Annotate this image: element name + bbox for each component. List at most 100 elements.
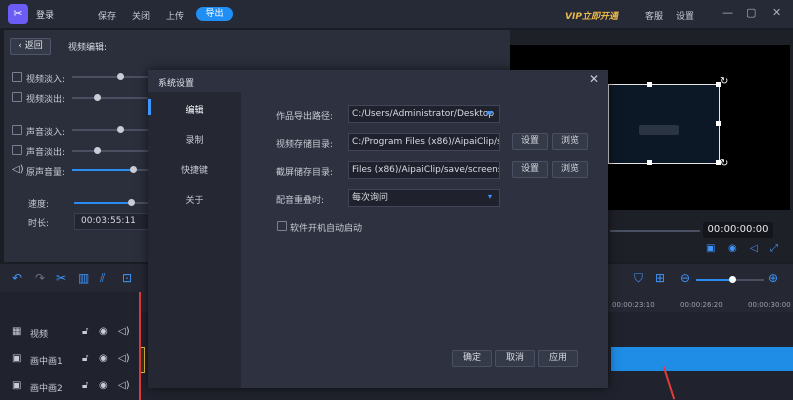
video-dir-label: 视频存储目录: [276,140,334,150]
zoom-out-icon[interactable]: ⊖ [680,271,690,285]
speaker-icon[interactable]: ◁) [118,353,130,364]
title-bar [0,0,793,28]
video-fade-in-slider[interactable] [72,76,150,78]
vip-link[interactable]: VIP立即开通 [565,9,618,22]
export-path-field[interactable]: C:/Users/Administrator/Desktop [348,105,500,123]
zoom-in-icon[interactable]: ⊕ [768,271,778,285]
autostart-checkbox[interactable] [277,221,287,231]
minimize-icon[interactable]: — [722,6,733,19]
audio-fade-out-checkbox[interactable] [12,145,22,155]
zoom-slider-rest[interactable] [732,279,764,281]
track-label-video: 视频 [30,330,49,340]
customer-service-menu[interactable]: 客服 [645,9,663,22]
camera-icon[interactable]: ◉ [728,243,737,254]
video-dir-browse-button[interactable]: 浏览 [552,133,588,150]
pip-track-icon: ▣ [12,353,22,364]
delete-icon[interactable]: ▥ [78,271,89,285]
cut-icon[interactable]: ✂ [56,271,66,285]
app-logo-icon: ✂ [8,4,28,24]
audio-clip[interactable] [611,347,793,371]
login-link[interactable]: 登录 [36,8,54,21]
audio-fade-in-checkbox[interactable] [12,125,22,135]
tab-shortcuts[interactable]: 快捷键 [148,163,241,176]
close-menu[interactable]: 关闭 [132,9,150,22]
tab-edit[interactable]: 编辑 [148,103,241,116]
ok-button[interactable]: 确定 [452,350,492,367]
audio-fade-out-slider-knob[interactable] [94,147,101,154]
tab-record[interactable]: 录制 [148,133,241,146]
back-button[interactable]: ‹ 返回 [10,38,51,55]
zoom-slider[interactable] [696,279,732,281]
undo-icon[interactable]: ↶ [12,271,22,285]
zoom-slider-knob[interactable] [729,276,736,283]
lock-icon[interactable]: 🔓︎ [82,380,88,391]
eye-icon[interactable]: ◉ [99,353,108,364]
lock-icon[interactable]: 🔓︎ [82,353,88,364]
speaker-icon: ◁) [12,164,24,175]
split-icon[interactable]: ⫽ [100,271,105,286]
screenshot-dir-browse-button[interactable]: 浏览 [552,161,588,178]
screenshot-dir-field[interactable]: Files (x86)/AipaiClip/save/screenshot [348,161,500,179]
screenshot-dir-set-button[interactable]: 设置 [512,161,548,178]
ruler-tick-label: 00:00:26:20 [680,301,723,309]
export-button[interactable]: 导出 [196,7,233,21]
crop-icon[interactable]: ⊡ [122,271,132,285]
video-fade-out-slider[interactable] [72,97,150,99]
tab-about[interactable]: 关于 [148,193,241,206]
dubbing-overlap-value: 每次询问 [352,193,389,203]
ruler-tick-label: 00:00:23:10 [612,301,655,309]
rotate-icon[interactable]: ↻ [720,76,728,87]
original-volume-slider[interactable] [72,169,134,171]
marker-icon[interactable]: ⛉ [634,271,643,286]
eye-icon[interactable]: ◉ [99,380,108,391]
audio-fade-in-slider-knob[interactable] [117,126,124,133]
chevron-down-icon[interactable]: ▾ [488,192,492,201]
dubbing-overlap-select[interactable]: 每次询问 [348,189,500,207]
audio-fade-in-slider[interactable] [72,129,150,131]
track-label-pip2: 画中画2 [30,384,63,394]
video-fade-in-checkbox[interactable] [12,72,22,82]
resize-handle-bottom[interactable] [647,160,652,165]
speed-slider-knob[interactable] [128,199,135,206]
preview-frame[interactable] [608,84,720,164]
resize-handle-top[interactable] [647,82,652,87]
upload-menu[interactable]: 上传 [166,9,184,22]
audio-fade-out-slider[interactable] [72,150,150,152]
progress-slider[interactable] [610,230,700,232]
apply-button[interactable]: 应用 [538,350,578,367]
dialog-close-icon[interactable]: ✕ [589,72,599,86]
eye-icon[interactable]: ◉ [99,326,108,337]
original-volume-slider-knob[interactable] [130,166,137,173]
screenshot-icon[interactable]: ▣ [706,243,715,254]
lock-icon[interactable]: 🔓︎ [82,326,88,337]
folder-icon[interactable]: ▰ [486,108,493,118]
video-dir-field[interactable]: C:/Program Files (x86)/AipaiClip/save [348,133,500,151]
speaker-icon[interactable]: ◁) [118,380,130,391]
volume-icon[interactable]: ◁ [750,243,758,254]
video-dir-value: C:/Program Files (x86)/AipaiClip/save [352,137,499,147]
fullscreen-icon[interactable]: ⤢ [770,243,778,254]
video-fade-out-checkbox[interactable] [12,92,22,102]
resize-handle-right[interactable] [716,121,721,126]
maximize-icon[interactable]: ▢ [746,6,756,19]
dubbing-overlap-label: 配音重叠时: [276,196,325,206]
video-dir-set-button[interactable]: 设置 [512,133,548,150]
fit-icon[interactable]: ⊞ [655,271,665,285]
video-fade-out-slider-knob[interactable] [94,94,101,101]
dialog-title: 系统设置 [158,79,195,89]
screenshot-dir-label: 截屏储存目录: [276,168,334,178]
video-fade-out-label: 视频淡出: [26,95,66,105]
window-close-icon[interactable]: ✕ [772,6,781,19]
speaker-icon[interactable]: ◁) [118,326,130,337]
cancel-button[interactable]: 取消 [495,350,535,367]
video-fade-in-slider-knob[interactable] [117,73,124,80]
settings-menu[interactable]: 设置 [676,9,694,22]
speed-slider[interactable] [74,202,130,204]
video-edit-title: 视频编辑: [68,43,108,53]
save-menu[interactable]: 保存 [98,9,116,22]
playhead[interactable] [139,292,141,400]
rotate-icon-bottom[interactable]: ↻ [720,158,728,169]
duration-field[interactable]: 00:03:55:11 [74,213,152,230]
redo-icon[interactable]: ↷ [35,271,45,285]
original-volume-label: 原声音量: [26,168,66,178]
